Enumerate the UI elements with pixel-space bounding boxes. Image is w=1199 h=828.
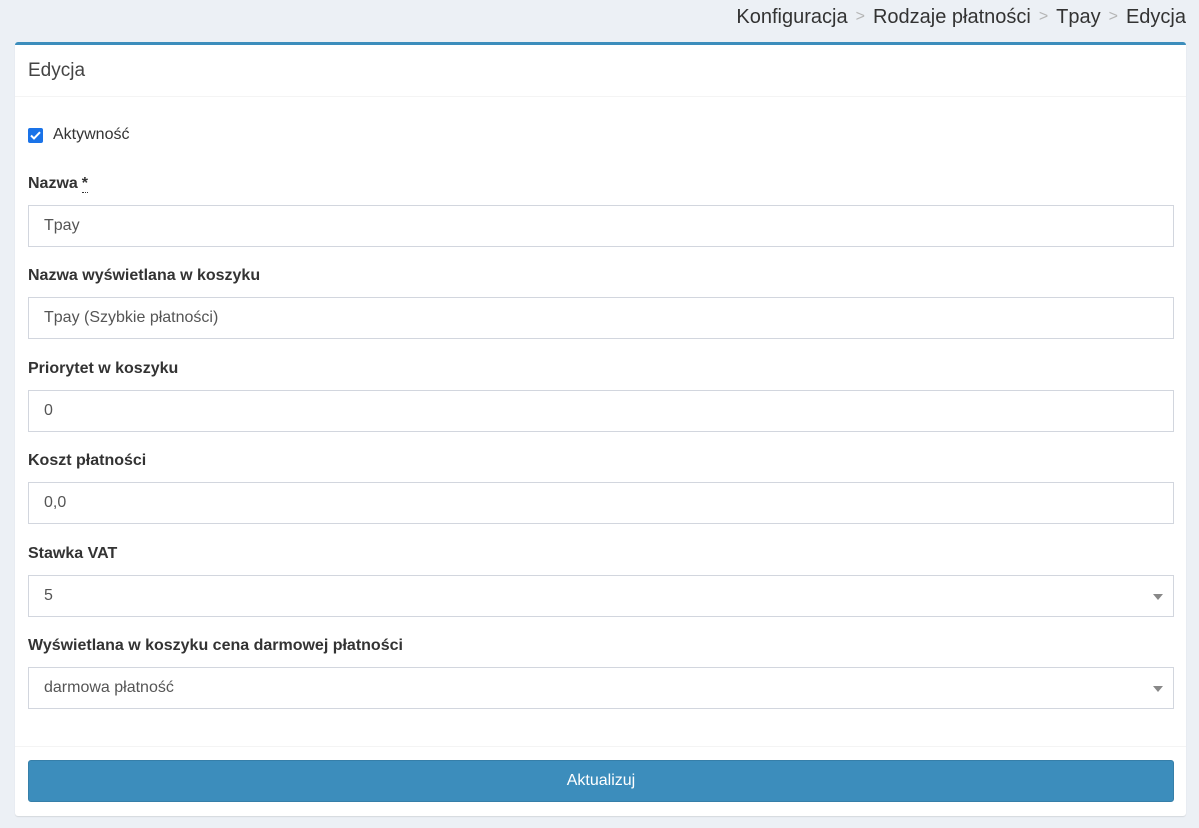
free-payment-price-select[interactable]: darmowa płatność (28, 667, 1174, 709)
breadcrumb-item-tpay[interactable]: Tpay (1056, 6, 1100, 29)
edit-panel: Edycja Aktywność Nazwa * Tpay Nazwa wyświ… (15, 42, 1186, 816)
free-payment-price-field-group: Wyświetlana w koszyku cena darmowej płat… (28, 635, 1174, 709)
breadcrumb-item-konfiguracja[interactable]: Konfiguracja (736, 6, 847, 29)
breadcrumb-separator: > (1038, 8, 1049, 25)
cart-priority-label: Priorytet w koszyku (28, 360, 179, 377)
cart-display-name-field-group: Nazwa wyświetlana w koszyku Tpay (Szybki… (28, 265, 1174, 339)
name-label: Nazwa * (28, 175, 89, 193)
active-checkbox-label: Aktywność (53, 126, 130, 143)
caret-down-icon (1153, 594, 1163, 600)
payment-cost-label: Koszt płatności (28, 452, 147, 469)
panel-title: Edycja (28, 59, 86, 81)
breadcrumb-item-payment-types[interactable]: Rodzaje płatności (873, 6, 1031, 29)
breadcrumb-item-current: Edycja (1125, 5, 1186, 28)
payment-cost-input[interactable]: 0,0 (28, 482, 1174, 524)
panel-body: Aktywność Nazwa * Tpay Nazwa wyświetlana … (15, 97, 1186, 747)
cart-display-name-label: Nazwa wyświetlana w koszyku (28, 267, 261, 284)
active-checkbox-row[interactable]: Aktywność (28, 126, 129, 144)
active-checkbox[interactable] (28, 127, 43, 143)
check-icon (30, 131, 41, 140)
cart-priority-input[interactable]: 0 (28, 390, 1174, 432)
vat-rate-field-group: Stawka VAT 5 (28, 543, 1174, 617)
caret-down-icon (1153, 686, 1163, 692)
update-button[interactable]: Aktualizuj (28, 760, 1174, 802)
payment-cost-field-group: Koszt płatności 0,0 (28, 450, 1174, 524)
cart-priority-field-group: Priorytet w koszyku 0 (28, 358, 1174, 432)
cart-display-name-input[interactable]: Tpay (Szybkie płatności) (28, 297, 1174, 339)
required-marker: * (81, 175, 89, 193)
panel-footer: Aktualizuj (15, 747, 1186, 802)
name-input[interactable]: Tpay (28, 205, 1174, 247)
breadcrumb: Konfiguracja > Rodzaje płatności > Tpay … (736, 4, 1186, 30)
vat-rate-label: Stawka VAT (28, 545, 118, 562)
panel-header: Edycja (15, 45, 1186, 97)
breadcrumb-separator: > (1108, 8, 1118, 25)
vat-rate-select[interactable]: 5 (28, 575, 1174, 617)
name-field-group: Nazwa * Tpay (28, 173, 1174, 247)
free-payment-price-label: Wyświetlana w koszyku cena darmowej płat… (28, 637, 403, 654)
breadcrumb-separator: > (855, 8, 865, 25)
